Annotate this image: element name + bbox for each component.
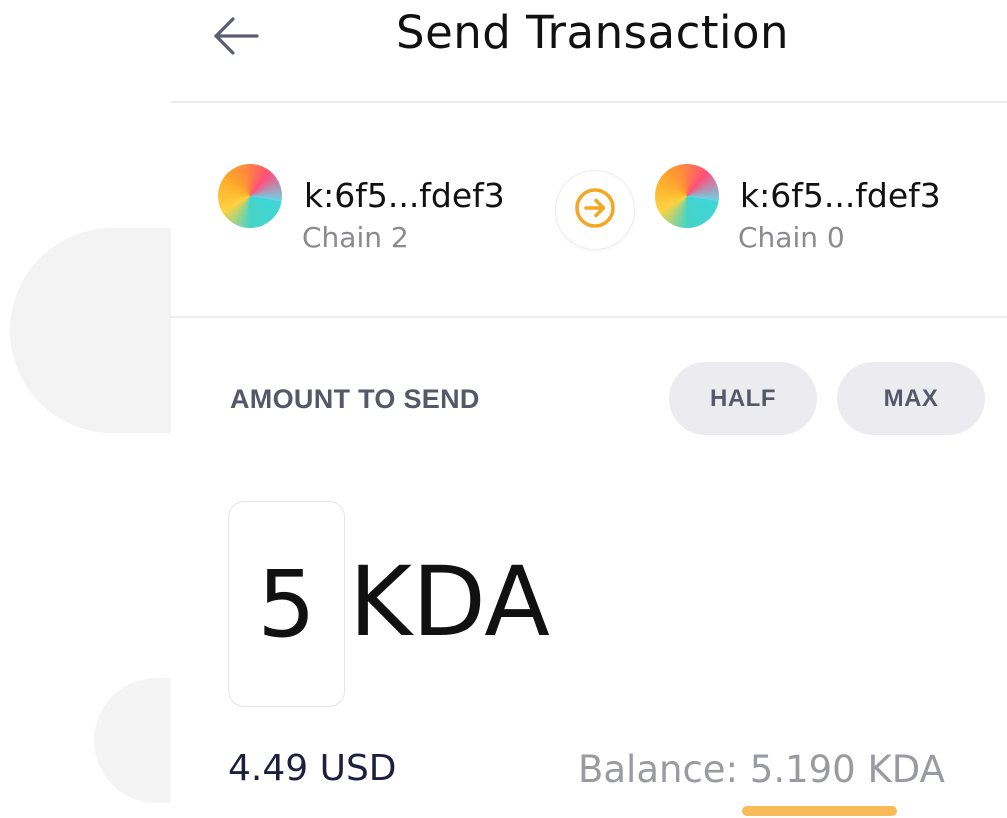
balance-underline bbox=[742, 806, 897, 816]
receiver-avatar bbox=[655, 164, 719, 228]
sender-avatar bbox=[218, 164, 282, 228]
sender-address: k:6f5...fdef3 bbox=[304, 176, 505, 215]
sender-chain: Chain 2 bbox=[302, 221, 409, 254]
amount-unit: KDA bbox=[349, 546, 550, 658]
half-button[interactable]: HALF bbox=[669, 362, 817, 435]
amount-input[interactable]: 5 bbox=[228, 501, 345, 707]
amount-label: AMOUNT TO SEND bbox=[230, 384, 480, 414]
max-button[interactable]: MAX bbox=[837, 362, 985, 435]
accounts-divider bbox=[171, 316, 1007, 318]
header-divider bbox=[171, 101, 1007, 103]
balance-text: Balance: 5.190 KDA bbox=[578, 748, 945, 791]
back-arrow-icon[interactable] bbox=[211, 14, 261, 58]
receiver-chain: Chain 0 bbox=[738, 221, 845, 254]
arrow-right-circle-icon bbox=[573, 186, 617, 234]
send-transaction-panel: Send Transaction k:6f5...fdef3 Chain 2 k… bbox=[171, 0, 1007, 818]
transfer-direction-button[interactable] bbox=[555, 170, 635, 250]
usd-value: 4.49 USD bbox=[228, 748, 397, 789]
page-title: Send Transaction bbox=[396, 6, 790, 59]
receiver-address: k:6f5...fdef3 bbox=[740, 176, 941, 215]
